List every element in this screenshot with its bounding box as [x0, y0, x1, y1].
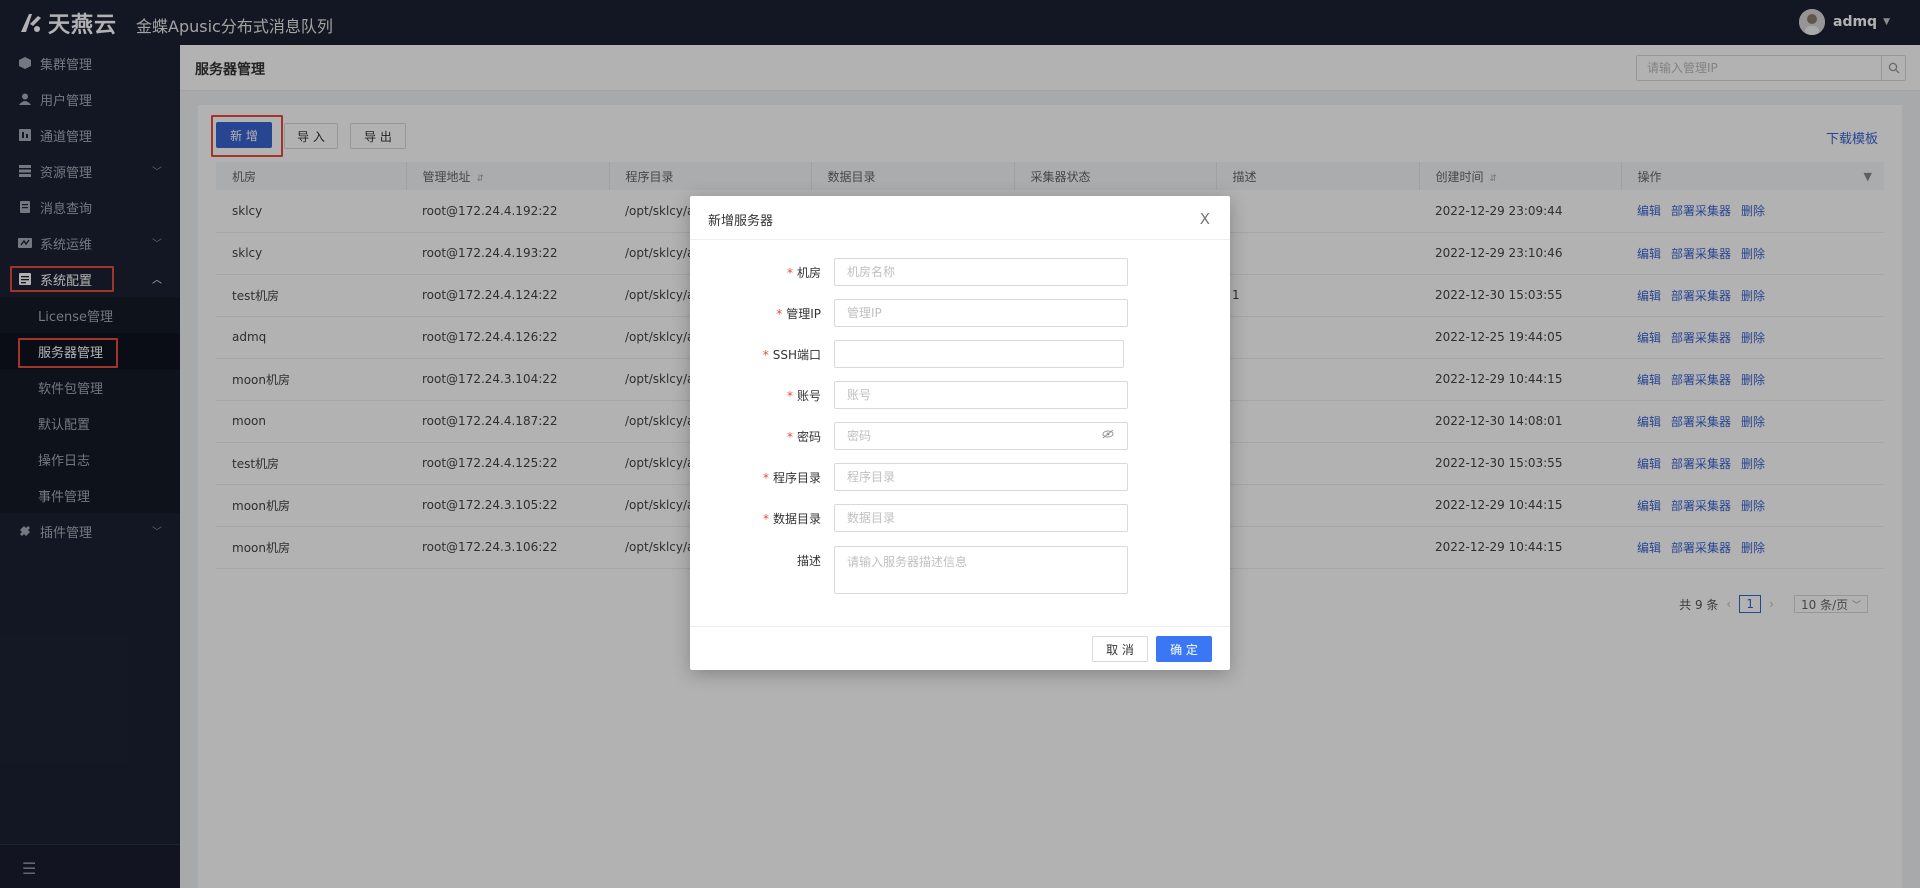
field-label: * 程序目录 [762, 471, 821, 485]
password-field[interactable] [834, 422, 1128, 450]
form-row-account: * 账号 [690, 381, 1230, 409]
divider [690, 626, 1230, 627]
add-server-dialog: 新增服务器 X *机房 *管理IP *SSH端口 *账号 *密码 *程序目录 *… [690, 196, 1230, 670]
management-ip-field[interactable] [834, 299, 1128, 327]
field-label: * 机房 [786, 266, 821, 280]
eye-off-icon[interactable] [1102, 428, 1114, 442]
form-row-ssh: * SSH端口 [690, 340, 1230, 368]
ssh-port-field[interactable] [834, 340, 1124, 368]
field-label: * 账号 [786, 389, 821, 403]
confirm-button[interactable]: 确 定 [1156, 636, 1212, 662]
description-field[interactable] [834, 546, 1128, 594]
dialog-title: 新增服务器 [708, 214, 774, 229]
data-dir-field[interactable] [834, 504, 1128, 532]
field-label: * 密码 [786, 430, 821, 444]
program-dir-field[interactable] [834, 463, 1128, 491]
divider [690, 239, 1230, 240]
room-field[interactable] [834, 258, 1128, 286]
form-row-room: * 机房 [690, 258, 1230, 286]
field-label: * 管理IP [776, 307, 821, 321]
field-label: * SSH端口 [762, 348, 821, 362]
form-row-password: * 密码 [690, 422, 1230, 450]
close-icon[interactable]: X [1200, 210, 1210, 228]
form-row-program-dir: * 程序目录 [690, 463, 1230, 491]
form-row-data-dir: * 数据目录 [690, 504, 1230, 532]
cancel-button[interactable]: 取 消 [1092, 636, 1148, 662]
form-row-description: 描述 [690, 546, 1230, 594]
form-row-ip: * 管理IP [690, 299, 1230, 327]
field-label: * 数据目录 [762, 512, 821, 526]
field-label: 描述 [796, 554, 821, 568]
account-field[interactable] [834, 381, 1128, 409]
